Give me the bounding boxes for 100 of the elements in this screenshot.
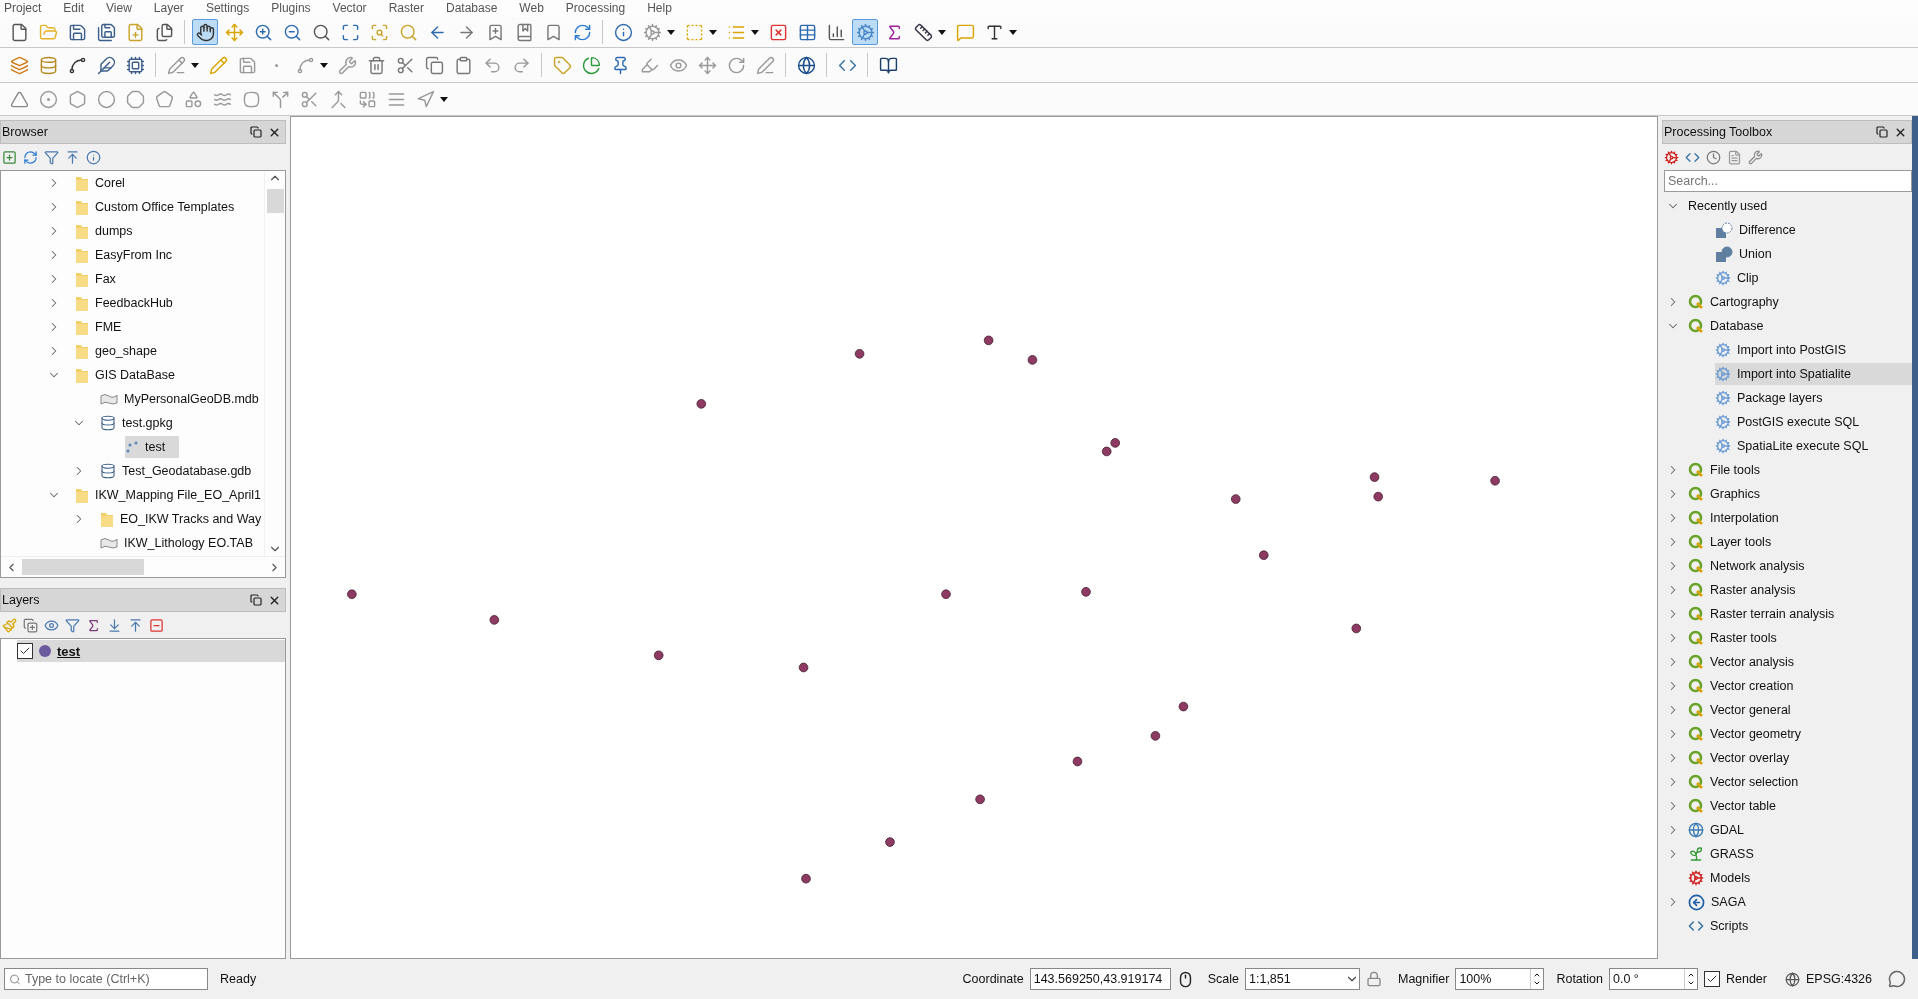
tree-item[interactable]: Raster analysis — [1688, 579, 1912, 601]
tree-item[interactable]: Raster terrain analysis — [1688, 603, 1912, 625]
message-icon[interactable] — [1888, 970, 1906, 988]
tree-item[interactable]: FeedbackHub — [75, 292, 187, 314]
wrench-icon[interactable] — [1748, 149, 1763, 165]
refresh-icon[interactable] — [23, 149, 38, 165]
info-icon[interactable] — [86, 149, 101, 165]
scale-combo[interactable]: 1:1,851 — [1245, 968, 1360, 990]
tree-item[interactable]: Vector selection — [1688, 771, 1912, 793]
checkbox[interactable] — [17, 643, 33, 659]
locate-field[interactable]: Type to locate (Ctrl+K) — [4, 968, 208, 990]
crs-button[interactable]: EPSG:4326 — [1806, 972, 1872, 986]
tree-item[interactable]: Database — [1688, 315, 1912, 337]
lock-icon[interactable] — [1366, 971, 1382, 987]
remove-layer-icon[interactable] — [149, 617, 164, 633]
menu-item[interactable]: View — [106, 1, 132, 16]
tree-item[interactable]: GDAL — [1688, 819, 1912, 841]
add-group-icon[interactable] — [23, 617, 38, 633]
tree-item[interactable]: SpatiaLite execute SQL — [1715, 435, 1912, 457]
menu-item[interactable]: Web — [519, 1, 544, 16]
menu-item[interactable]: Layer — [153, 1, 184, 16]
clock-icon[interactable] — [1706, 149, 1721, 165]
tree-item[interactable]: Test_Geodatabase.gdb — [100, 460, 264, 482]
add-icon[interactable] — [2, 149, 17, 165]
checkbox[interactable] — [1704, 971, 1720, 987]
spin-down-icon[interactable] — [1533, 979, 1542, 987]
tree-item[interactable]: Network analysis — [1688, 555, 1912, 577]
tree-item[interactable]: Interpolation — [1688, 507, 1912, 529]
tree-item[interactable]: Scripts — [1688, 915, 1912, 937]
tree-item[interactable]: Custom Office Templates — [75, 196, 249, 218]
tree-item[interactable]: Cartography — [1688, 291, 1912, 313]
caret-icon[interactable] — [667, 29, 675, 35]
caret-icon[interactable] — [440, 96, 448, 102]
caret-icon[interactable] — [709, 29, 717, 35]
tree-item[interactable]: EasyFrom Inc — [75, 244, 187, 266]
tree-item[interactable]: Difference — [1715, 219, 1912, 241]
tree-item[interactable]: geo_shape — [75, 340, 171, 362]
tree-item[interactable]: PostGIS execute SQL — [1715, 411, 1912, 433]
rotation-spinbox[interactable]: 0.0 ° — [1609, 968, 1698, 990]
tree-item[interactable]: Vector creation — [1688, 675, 1912, 697]
menu-item[interactable]: Edit — [63, 1, 85, 16]
tree-item[interactable]: Vector table — [1688, 795, 1912, 817]
caret-icon[interactable] — [751, 29, 759, 35]
coordinate-field[interactable]: 143.569250,43.919174 — [1029, 968, 1171, 990]
tree-item[interactable]: Union — [1715, 243, 1912, 265]
tree-item[interactable]: SAGA — [1688, 891, 1912, 913]
collapse-icon[interactable] — [65, 149, 80, 165]
tree-item[interactable]: GRASS — [1688, 843, 1912, 865]
menu-item[interactable]: Project — [4, 1, 42, 16]
caret-icon[interactable] — [938, 29, 946, 35]
tree-item[interactable]: Vector overlay — [1688, 747, 1912, 769]
spin-up-icon[interactable] — [1687, 971, 1695, 979]
expression-icon[interactable] — [86, 617, 101, 633]
globe-icon[interactable] — [1785, 971, 1800, 987]
expand-all-icon[interactable] — [107, 617, 122, 633]
tree-item[interactable]: Import into Spatialite — [1715, 363, 1912, 385]
tree-item[interactable]: Vector analysis — [1688, 651, 1912, 673]
float-icon[interactable] — [1876, 126, 1888, 138]
scrollbar-thumb[interactable] — [22, 559, 144, 575]
scrollbar-thumb[interactable] — [266, 189, 284, 213]
tree-item[interactable]: Fax — [75, 268, 130, 290]
menu-item[interactable]: Database — [445, 1, 498, 16]
tree-item[interactable]: MyPersonalGeoDB.mdb — [100, 388, 264, 410]
menu-item[interactable]: Settings — [205, 1, 250, 16]
search-field[interactable]: Search... — [1664, 170, 1912, 192]
caret-icon[interactable] — [1009, 29, 1017, 35]
menu-item[interactable]: Raster — [388, 1, 424, 16]
tree-item[interactable]: Graphics — [1688, 483, 1912, 505]
tree-item[interactable]: test — [17, 640, 285, 662]
magnifier-spinbox[interactable]: 100% — [1455, 968, 1545, 990]
brush-icon[interactable] — [2, 617, 17, 633]
spin-down-icon[interactable] — [1687, 979, 1695, 987]
tree-item[interactable]: EO_IKW Tracks and Way — [100, 508, 264, 530]
menu-item[interactable]: Plugins — [271, 1, 311, 16]
gear-icon[interactable] — [1664, 149, 1679, 165]
tree-item[interactable]: Vector general — [1688, 699, 1912, 721]
caret-icon[interactable] — [320, 62, 328, 68]
tree-item[interactable]: Raster tools — [1688, 627, 1912, 649]
tree-item[interactable]: Import into PostGIS — [1715, 339, 1912, 361]
tree-item[interactable]: Clip — [1715, 267, 1912, 289]
menu-item[interactable]: Help — [647, 1, 672, 16]
tree-item[interactable]: IKW_Lithology EO.TAB — [100, 532, 264, 554]
tree-item[interactable]: Layer tools — [1688, 531, 1912, 553]
tree-item[interactable]: FME — [75, 316, 136, 338]
filter-icon[interactable] — [65, 617, 80, 633]
tree-item[interactable]: File tools — [1688, 459, 1912, 481]
float-icon[interactable] — [250, 126, 262, 138]
tree-item[interactable]: Recently used — [1688, 195, 1912, 217]
tree-item[interactable]: dumps — [75, 220, 147, 242]
document-icon[interactable] — [1727, 149, 1742, 165]
filter-icon[interactable] — [44, 149, 59, 165]
spin-up-icon[interactable] — [1533, 971, 1542, 979]
eye-icon[interactable] — [44, 617, 59, 633]
tree-item[interactable]: IKW_Mapping File_EO_April1 — [75, 484, 264, 506]
tree-item[interactable]: test — [125, 436, 180, 458]
menu-item[interactable]: Vector — [332, 1, 367, 16]
float-icon[interactable] — [250, 594, 262, 606]
menu-item[interactable]: Processing — [565, 1, 626, 16]
tree-item[interactable]: Package layers — [1715, 387, 1912, 409]
hand-icon[interactable] — [192, 19, 218, 45]
